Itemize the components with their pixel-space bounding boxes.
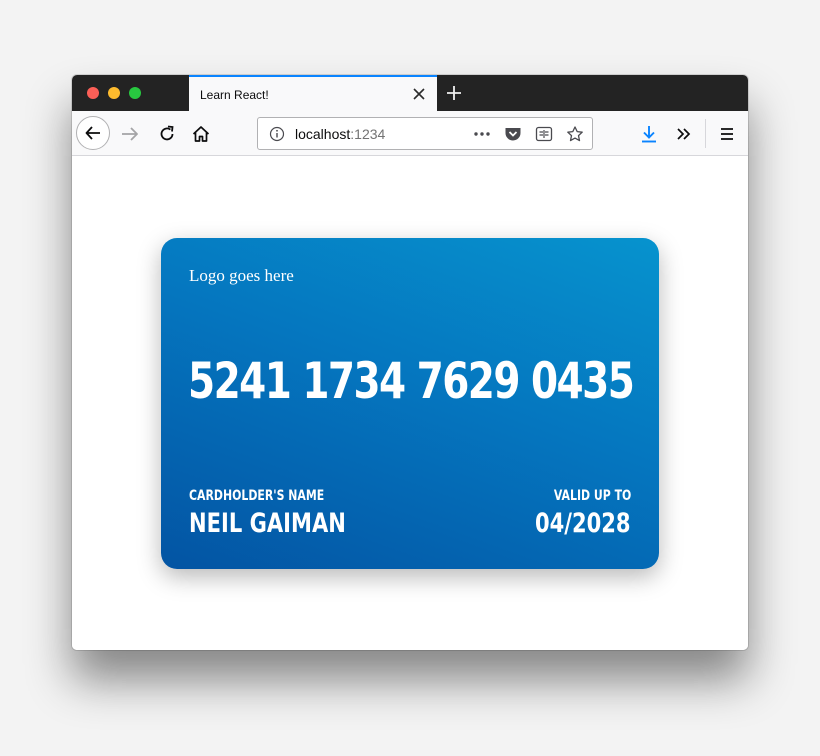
- hamburger-menu-icon: [721, 128, 733, 140]
- card-logo: Logo goes here: [189, 266, 294, 285]
- reload-button[interactable]: [157, 124, 177, 144]
- tab-title: Learn React!: [200, 88, 269, 102]
- home-button[interactable]: [191, 124, 211, 144]
- page-content: Logo goes here 5241 1734 7629 0435 CARDH…: [72, 156, 748, 650]
- tab-learn-react[interactable]: Learn React!: [189, 75, 437, 111]
- pocket-icon[interactable]: [504, 126, 522, 142]
- new-tab-icon[interactable]: [445, 84, 463, 102]
- download-button[interactable]: [639, 124, 659, 144]
- title-bar: Learn React!: [72, 75, 748, 111]
- overflow-icon: [677, 128, 691, 140]
- info-icon[interactable]: [269, 126, 285, 142]
- url-text[interactable]: localhost:1234: [295, 126, 385, 142]
- download-icon: [642, 126, 656, 143]
- more-icon[interactable]: [473, 126, 491, 142]
- overflow-menu-button[interactable]: [674, 124, 694, 144]
- close-tab-icon[interactable]: [411, 86, 427, 102]
- toolbar-divider: [705, 119, 706, 148]
- url-port: :1234: [350, 126, 386, 142]
- close-window-button[interactable]: [87, 87, 99, 99]
- browser-window: Learn React! localhost:1234 Logo goes he…: [72, 75, 748, 650]
- reload-icon: [160, 125, 174, 141]
- address-bar[interactable]: localhost:1234: [257, 117, 593, 150]
- reader-view-icon[interactable]: [535, 126, 553, 142]
- bookmark-star-icon[interactable]: [566, 126, 584, 142]
- card-number: 5241 1734 7629 0435: [188, 352, 635, 410]
- main-menu-button[interactable]: [717, 124, 737, 144]
- maximize-window-button[interactable]: [129, 87, 141, 99]
- minimize-window-button[interactable]: [108, 87, 120, 99]
- back-button[interactable]: [76, 116, 110, 150]
- forward-button[interactable]: [120, 124, 140, 144]
- back-icon: [85, 126, 100, 140]
- navigation-toolbar: localhost:1234: [72, 111, 748, 156]
- forward-icon: [122, 127, 138, 141]
- cardholder-label: CARDHOLDER'S NAME: [189, 488, 325, 504]
- cardholder-name: NEIL GAIMAN: [189, 508, 346, 539]
- credit-card: Logo goes here 5241 1734 7629 0435 CARDH…: [161, 238, 659, 569]
- url-host: localhost: [295, 126, 351, 142]
- valid-up-to-label: VALID UP TO: [553, 488, 631, 504]
- home-icon: [192, 126, 210, 142]
- expiry-date: 04/2028: [535, 508, 631, 539]
